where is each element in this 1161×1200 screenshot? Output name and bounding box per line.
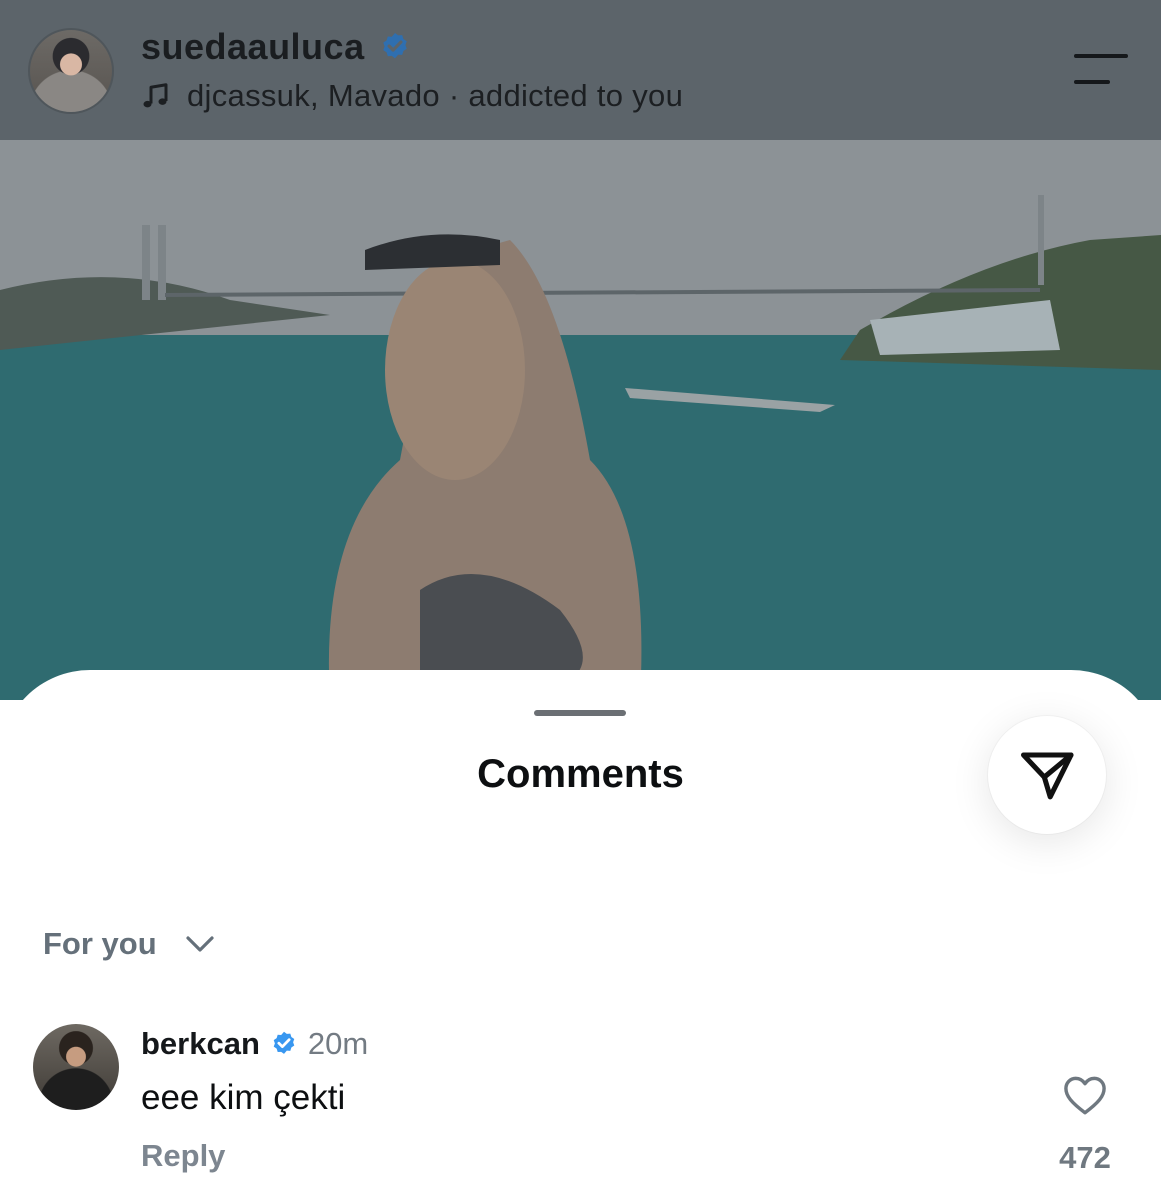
commenter-username[interactable]: berkcan — [141, 1026, 260, 1062]
verified-badge-icon — [382, 33, 407, 59]
post-photo — [0, 140, 1161, 700]
post-author[interactable]: suedaauluca — [141, 26, 411, 68]
comments-sheet: Comments For you berkcan 20m eee kim çek… — [0, 670, 1161, 1200]
sort-filter[interactable]: For you — [43, 926, 215, 962]
comment-header: berkcan 20m — [141, 1026, 368, 1062]
send-icon — [1021, 752, 1074, 800]
comment-timestamp: 20m — [307, 1026, 369, 1061]
post-header: suedaauluca djcassuk, Mavado · addicted … — [0, 0, 1161, 140]
profile-avatar[interactable] — [28, 28, 114, 114]
chevron-down-icon — [186, 936, 214, 952]
post-author-name[interactable]: suedaauluca — [141, 26, 365, 68]
reply-button[interactable]: Reply — [141, 1138, 225, 1174]
heart-icon[interactable] — [1062, 1074, 1108, 1116]
sheet-title: Comments — [477, 752, 684, 796]
music-track-label: djcassuk, Mavado · addicted to you — [187, 78, 684, 113]
share-button[interactable] — [988, 716, 1106, 834]
music-note-icon — [143, 83, 168, 108]
verified-badge-icon — [273, 1031, 295, 1054]
sheet-grabber[interactable] — [534, 710, 626, 716]
menu-icon[interactable] — [1072, 52, 1130, 86]
music-info[interactable]: djcassuk, Mavado · addicted to you — [141, 78, 683, 114]
comment-text: eee kim çekti — [141, 1078, 346, 1117]
like-count: 472 — [1059, 1140, 1111, 1175]
post-image — [0, 140, 1161, 700]
commenter-avatar[interactable] — [33, 1024, 119, 1110]
comment-item: berkcan 20m eee kim çekti Reply 472 — [0, 1020, 1161, 1200]
sort-filter-label: For you — [43, 926, 157, 961]
